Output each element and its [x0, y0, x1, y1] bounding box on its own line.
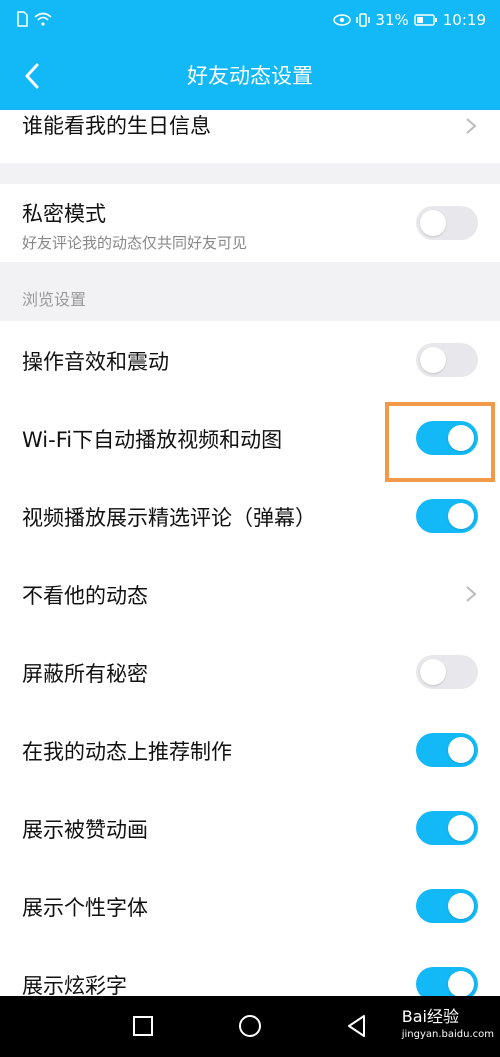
app-bar: 好友动态设置	[0, 42, 500, 110]
setting-recommend-creation: 在我的动态上推荐制作	[0, 711, 500, 789]
recommend-creation-toggle[interactable]	[416, 733, 478, 767]
toggle-knob	[448, 971, 474, 996]
watermark-url: jingyan.baidu.com	[401, 1029, 494, 1040]
square-icon	[133, 1016, 153, 1036]
private-mode-toggle[interactable]	[416, 206, 478, 240]
setting-private-mode: 私密模式 好友评论我的动态仅共同好友可见	[0, 184, 500, 262]
battery-icon	[414, 14, 437, 26]
chevron-right-icon	[466, 118, 477, 134]
setting-label: Wi-Fi下自动播放视频和动图	[22, 428, 283, 452]
toggle-knob	[448, 503, 474, 529]
setting-description: 好友评论我的动态仅共同好友可见	[22, 234, 248, 252]
eye-comfort-icon	[333, 14, 352, 26]
setting-label: 在我的动态上推荐制作	[22, 740, 232, 764]
chevron-right-icon	[466, 586, 477, 602]
setting-block-secrets: 屏蔽所有秘密	[0, 633, 500, 711]
sim-card-icon	[17, 11, 28, 27]
toggle-knob	[448, 737, 474, 763]
setting-label: 展示被赞动画	[22, 818, 148, 842]
vibrate-icon	[356, 13, 371, 27]
setting-custom-font: 展示个性字体	[0, 867, 500, 945]
battery-percent: 31%	[375, 11, 409, 29]
setting-hide-their-feed[interactable]: 不看他的动态	[0, 555, 500, 633]
toggle-knob	[448, 893, 474, 919]
clock: 10:19	[442, 11, 486, 29]
toggle-knob	[420, 210, 446, 236]
setting-label: 操作音效和震动	[22, 350, 169, 374]
highlight-box	[385, 402, 495, 482]
wifi-icon	[34, 12, 52, 26]
triangle-back-icon	[348, 1015, 365, 1037]
setting-label: 屏蔽所有秘密	[22, 662, 148, 686]
recent-apps-button[interactable]	[128, 1011, 158, 1041]
settings-list: 谁能看我的生日信息 私密模式 好友评论我的动态仅共同好友可见 浏览设置 操作音效…	[0, 110, 500, 996]
setting-birthday-visibility[interactable]: 谁能看我的生日信息	[0, 110, 500, 163]
danmaku-toggle[interactable]	[416, 499, 478, 533]
toggle-knob	[448, 815, 474, 841]
home-button[interactable]	[235, 1011, 265, 1041]
sound-vibration-toggle[interactable]	[416, 343, 478, 377]
baidu-jingyan-watermark: Bai经验 jingyan.baidu.com	[402, 1008, 494, 1044]
custom-font-toggle[interactable]	[416, 889, 478, 923]
block-secrets-toggle[interactable]	[416, 655, 478, 689]
back-nav-button[interactable]	[342, 1011, 372, 1041]
toggle-knob	[420, 347, 446, 373]
like-animation-toggle[interactable]	[416, 811, 478, 845]
page-title: 好友动态设置	[187, 64, 313, 88]
setting-danmaku: 视频播放展示精选评论（弹幕）	[0, 477, 500, 555]
colorful-text-toggle[interactable]	[416, 967, 478, 996]
toggle-knob	[420, 659, 446, 685]
setting-like-animation: 展示被赞动画	[0, 789, 500, 867]
setting-label: 视频播放展示精选评论（弹幕）	[22, 506, 316, 530]
watermark-brand: Bai经验	[401, 1007, 459, 1026]
setting-sound-vibration: 操作音效和震动	[0, 321, 500, 399]
system-nav-bar: Bai经验 jingyan.baidu.com	[0, 996, 500, 1057]
setting-label: 展示个性字体	[22, 896, 148, 920]
setting-label: 展示炫彩字	[22, 974, 127, 996]
setting-label: 谁能看我的生日信息	[22, 114, 211, 138]
setting-label: 不看他的动态	[22, 584, 148, 608]
setting-colorful-text: 展示炫彩字	[0, 945, 500, 996]
section-header-browse: 浏览设置	[22, 290, 87, 309]
setting-label: 私密模式	[22, 202, 106, 226]
status-bar: 31% 10:19	[0, 0, 500, 42]
circle-icon	[239, 1015, 261, 1037]
